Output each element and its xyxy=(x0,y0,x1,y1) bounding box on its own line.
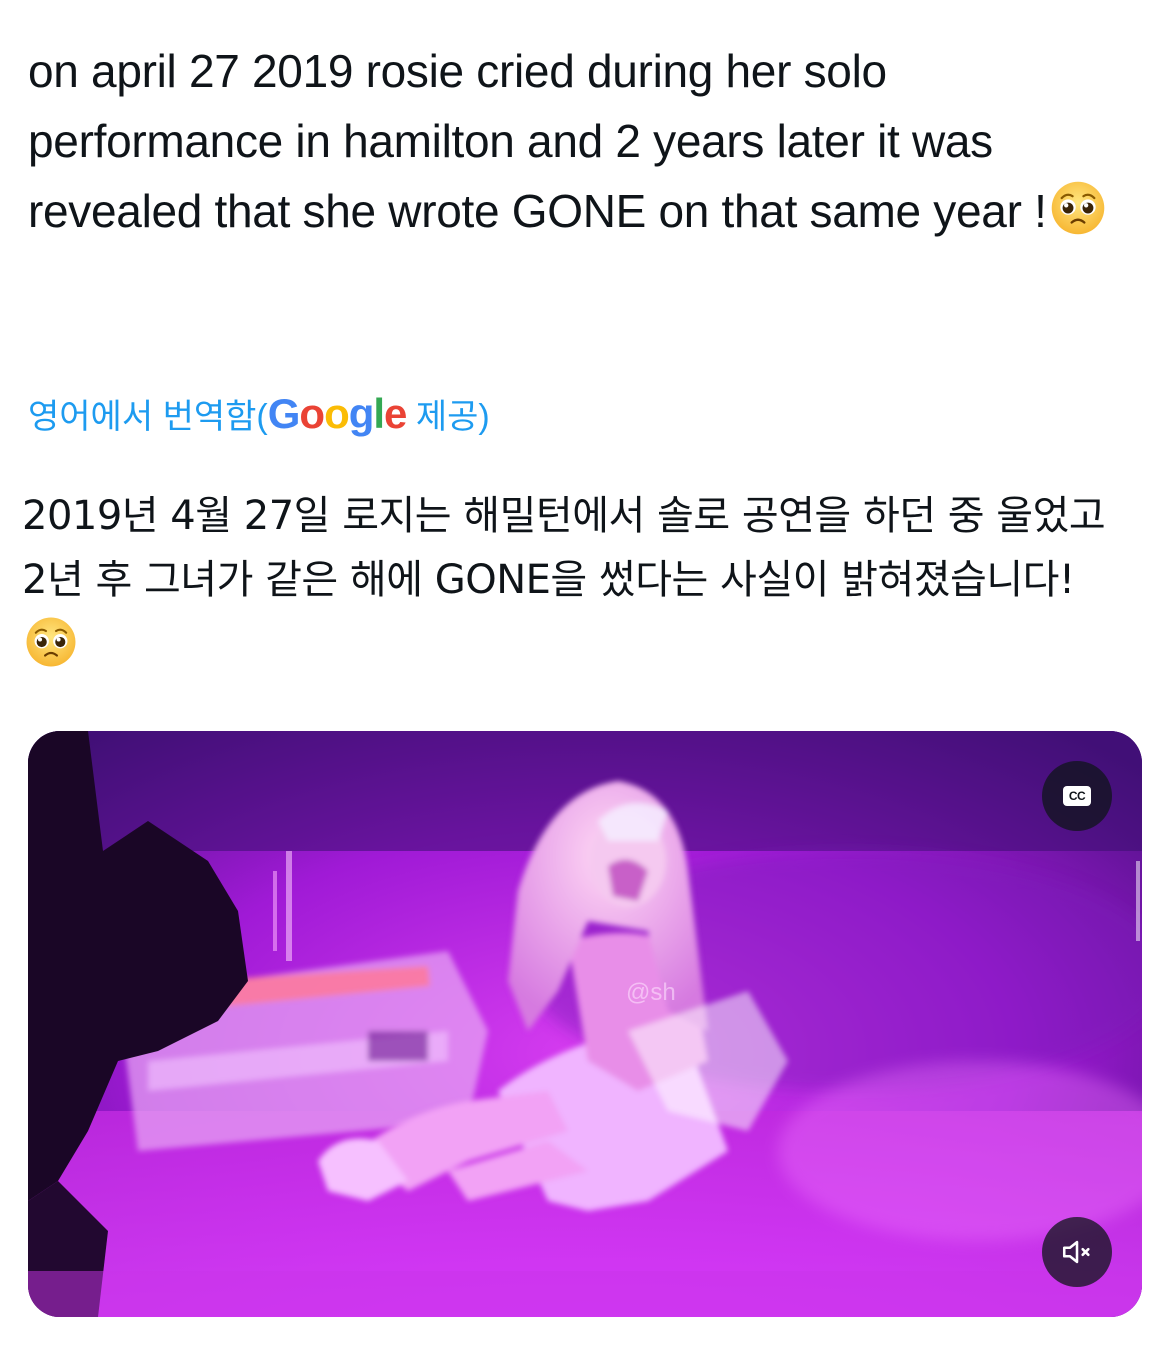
translation-attribution-link[interactable]: 영어에서 번역함(Google 제공) xyxy=(28,388,490,443)
closed-captions-button[interactable]: CC xyxy=(1042,761,1112,831)
video-frame xyxy=(28,731,1142,1317)
translation-prefix: 영어에서 번역함( xyxy=(28,398,268,436)
unmute-button[interactable] xyxy=(1042,1217,1112,1287)
pleading-face-emoji-icon xyxy=(24,615,78,669)
tweet-text: on april 27 2019 rosie cried during her … xyxy=(28,36,1138,246)
video-player[interactable]: @sh CC xyxy=(28,731,1142,1317)
translated-text-content: 2019년 4월 27일 로지는 해밀턴에서 솔로 공연을 하던 중 울었고 2… xyxy=(22,493,1106,603)
translated-tweet-text: 2019년 4월 27일 로지는 해밀턴에서 솔로 공연을 하던 중 울었고 2… xyxy=(22,484,1142,676)
google-logo: Google xyxy=(267,390,408,437)
closed-captions-icon: CC xyxy=(1063,786,1091,806)
pleading-face-emoji-icon xyxy=(1049,179,1107,237)
video-watermark: @sh xyxy=(626,979,676,1006)
tweet-text-content: on april 27 2019 rosie cried during her … xyxy=(28,45,1047,237)
speaker-muted-icon xyxy=(1062,1240,1090,1264)
translation-suffix: 제공) xyxy=(406,398,490,436)
